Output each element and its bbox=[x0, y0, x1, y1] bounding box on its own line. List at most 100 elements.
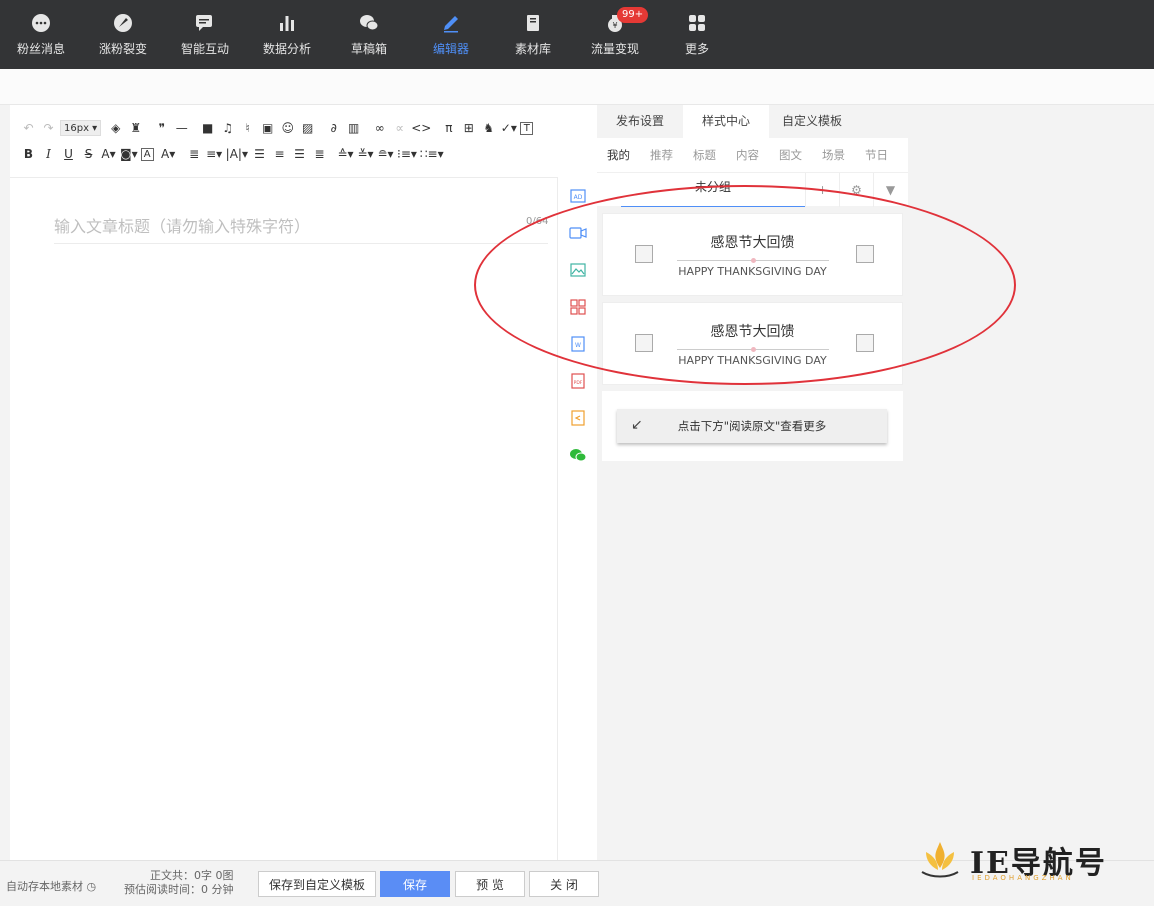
ad-insert-button[interactable]: AD bbox=[558, 177, 598, 214]
picture-icon bbox=[856, 245, 874, 263]
title-char-counter: 0/64 bbox=[526, 216, 549, 227]
style-category-tabs: 我的 推荐 标题 内容 图文 场景 节日 bbox=[597, 138, 908, 172]
table-icon[interactable]: ⊞ bbox=[460, 119, 477, 137]
spellcheck-icon[interactable]: ✓▾ bbox=[500, 119, 517, 137]
style-panel: 发布设置 样式中心 自定义模板 我的 推荐 标题 内容 图文 场景 节日 未分组… bbox=[597, 105, 908, 860]
style-card[interactable]: 感恩节大回馈 HAPPY THANKSGIVING DAY bbox=[602, 213, 903, 296]
group-settings-button[interactable]: ⚙ bbox=[839, 172, 873, 207]
indent-icon[interactable]: ≣ bbox=[186, 145, 203, 163]
unlink-icon[interactable]: ∝ bbox=[391, 119, 408, 137]
article-title-input[interactable] bbox=[54, 210, 548, 244]
paragraph-spacing-before-icon[interactable]: ≚▾ bbox=[357, 145, 374, 163]
align-right-icon[interactable]: ☰ bbox=[291, 145, 308, 163]
group-select[interactable]: 未分组 bbox=[621, 173, 805, 207]
underline-icon[interactable]: U bbox=[60, 145, 77, 163]
category-title[interactable]: 标题 bbox=[693, 147, 716, 163]
nav-smart-interaction[interactable]: 智能互动 bbox=[164, 0, 246, 69]
blockquote-icon[interactable]: ❞ bbox=[153, 119, 170, 137]
font-color-icon[interactable]: A▾ bbox=[100, 145, 117, 163]
tab-publish-settings[interactable]: 发布设置 bbox=[597, 105, 683, 138]
category-holiday[interactable]: 节日 bbox=[865, 147, 888, 163]
gallery-insert-button[interactable] bbox=[558, 251, 598, 288]
editor-body[interactable]: 0/64 bbox=[10, 177, 557, 860]
lotus-logo-icon bbox=[921, 842, 959, 878]
image-icon[interactable]: ▣ bbox=[259, 119, 276, 137]
align-left-icon[interactable]: ☰ bbox=[251, 145, 268, 163]
text-border-icon[interactable]: A bbox=[140, 147, 154, 161]
file-import-button[interactable] bbox=[558, 399, 598, 436]
category-image-text[interactable]: 图文 bbox=[779, 147, 802, 163]
nav-drafts[interactable]: 草稿箱 bbox=[328, 0, 410, 69]
emoji-icon[interactable]: ☺ bbox=[279, 119, 296, 137]
music-icon[interactable]: ♫ bbox=[219, 119, 236, 137]
category-scene[interactable]: 场景 bbox=[822, 147, 845, 163]
save-button[interactable]: 保存 bbox=[380, 871, 450, 897]
category-recommended[interactable]: 推荐 bbox=[650, 147, 673, 163]
bar-chart-icon bbox=[276, 12, 298, 34]
align-center-icon[interactable]: ≡ bbox=[271, 145, 288, 163]
unordered-list-icon[interactable]: ∷≡▾ bbox=[420, 145, 444, 163]
background-icon[interactable]: ▨ bbox=[299, 119, 316, 137]
save-to-template-button[interactable]: 保存到自定义模板 bbox=[258, 871, 376, 897]
link-icon[interactable]: ∞ bbox=[371, 119, 388, 137]
formula-icon[interactable]: π bbox=[440, 119, 457, 137]
bold-icon[interactable]: B bbox=[20, 145, 37, 163]
divider-dot bbox=[751, 258, 756, 263]
background-color-icon[interactable]: ◙▾ bbox=[120, 145, 138, 163]
nav-more[interactable]: 更多 bbox=[656, 0, 738, 69]
pdf-file-icon: PDF bbox=[571, 372, 585, 389]
search-replace-icon[interactable]: ♞ bbox=[480, 119, 497, 137]
close-button[interactable]: 关 闭 bbox=[529, 871, 599, 897]
code-icon[interactable]: <> bbox=[411, 119, 431, 137]
book-icon bbox=[522, 12, 544, 34]
video-icon[interactable]: ■ bbox=[199, 119, 216, 137]
category-content[interactable]: 内容 bbox=[736, 147, 759, 163]
letter-spacing-icon[interactable]: |A|▾ bbox=[226, 145, 248, 163]
add-group-button[interactable]: + bbox=[805, 172, 839, 207]
wechat-import-button[interactable] bbox=[558, 436, 598, 473]
style-card[interactable]: 感恩节大回馈 HAPPY THANKSGIVING DAY bbox=[602, 302, 903, 385]
undo-icon[interactable]: ↶ bbox=[20, 119, 37, 137]
nav-fans-growth[interactable]: 涨粉裂变 bbox=[82, 0, 164, 69]
mini-program-icon[interactable]: ∂ bbox=[325, 119, 342, 137]
tab-custom-template[interactable]: 自定义模板 bbox=[769, 105, 855, 138]
word-count: 正文共：0字 0图 bbox=[150, 869, 234, 882]
nav-editor[interactable]: 编辑器 bbox=[410, 0, 492, 69]
text-box-icon[interactable]: T bbox=[520, 121, 534, 135]
read-more-button[interactable]: ↙ 点击下方"阅读原文"查看更多 bbox=[617, 409, 887, 443]
font-size-select[interactable]: 16px ▾ bbox=[60, 120, 102, 136]
read-time: 预估阅读时间：0 分钟 bbox=[124, 883, 234, 896]
microphone-icon[interactable]: ♮ bbox=[239, 119, 256, 137]
tab-style-center[interactable]: 样式中心 bbox=[683, 105, 769, 138]
group-dropdown-button[interactable]: ▼ bbox=[873, 172, 907, 207]
video-insert-button[interactable] bbox=[558, 214, 598, 251]
horizontal-rule-icon[interactable]: — bbox=[173, 119, 190, 137]
first-line-indent-icon[interactable]: ≡▾ bbox=[206, 145, 223, 163]
strikethrough-icon[interactable]: S bbox=[80, 145, 97, 163]
format-painter-icon[interactable]: ♜ bbox=[127, 119, 144, 137]
ordered-list-icon[interactable]: ⁝≡▾ bbox=[397, 145, 417, 163]
redo-icon[interactable]: ↷ bbox=[40, 119, 57, 137]
category-mine[interactable]: 我的 bbox=[607, 147, 630, 163]
line-height-icon[interactable]: ≙▾ bbox=[337, 145, 354, 163]
text-shadow-icon[interactable]: A▾ bbox=[160, 145, 177, 163]
word-import-button[interactable]: W bbox=[558, 325, 598, 362]
article-stats: 正文共：0字 0图 预估阅读时间：0 分钟 bbox=[124, 869, 234, 897]
clear-format-icon[interactable]: ◈ bbox=[107, 119, 124, 137]
notification-badge: 99+ bbox=[617, 7, 649, 23]
nav-fans-messages[interactable]: 粉丝消息 bbox=[0, 0, 82, 69]
italic-icon[interactable]: I bbox=[40, 145, 57, 163]
chart-insert-icon[interactable]: ▥ bbox=[345, 119, 362, 137]
top-navigation: 粉丝消息 涨粉裂变 智能互动 数据分析 草稿箱 编辑器 素材库 ¥ 流量变现 9… bbox=[0, 0, 1154, 69]
justify-icon[interactable]: ≣ bbox=[311, 145, 328, 163]
pdf-import-button[interactable]: PDF bbox=[558, 362, 598, 399]
autosave-toggle[interactable]: 自动存本地素材 ◷ bbox=[6, 878, 96, 894]
editor-toolbar: ↶ ↷ 16px ▾ ◈ ♜ ❞ — ■ ♫ ♮ ▣ ☺ ▨ ∂ ▥ ∞ ∝ <… bbox=[10, 115, 597, 175]
paragraph-spacing-after-icon[interactable]: ≘▾ bbox=[377, 145, 394, 163]
layout-insert-button[interactable] bbox=[558, 288, 598, 325]
preview-button[interactable]: 预 览 bbox=[455, 871, 525, 897]
nav-material-library[interactable]: 素材库 bbox=[492, 0, 574, 69]
nav-data-analysis[interactable]: 数据分析 bbox=[246, 0, 328, 69]
nav-traffic-monetization[interactable]: ¥ 流量变现 99+ bbox=[574, 0, 656, 69]
card-subtitle: HAPPY THANKSGIVING DAY bbox=[678, 354, 827, 367]
